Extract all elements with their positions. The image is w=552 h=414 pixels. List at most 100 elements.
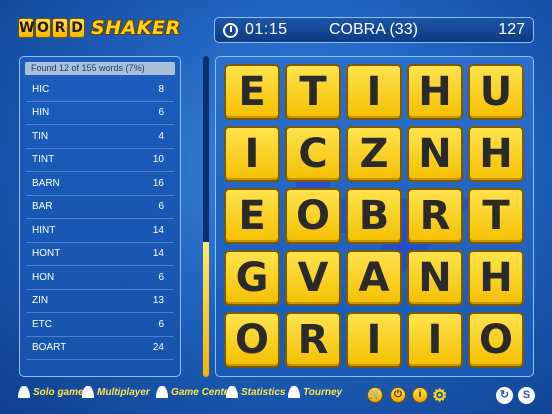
bottom-toolbar: Solo game Multiplayer Game Center Statis…: [0, 386, 552, 408]
letter-tile[interactable]: U: [468, 64, 524, 120]
word-row[interactable]: BOART 24: [26, 337, 174, 360]
game-center-button[interactable]: Game Center: [156, 386, 233, 398]
letter-tile[interactable]: G: [224, 250, 280, 306]
letter-tile[interactable]: R: [285, 312, 341, 368]
solo-game-button[interactable]: Solo game: [18, 386, 84, 398]
word-row[interactable]: BARN 16: [26, 172, 174, 196]
stopwatch-icon: [223, 22, 238, 38]
multiplayer-button[interactable]: Multiplayer: [82, 386, 150, 398]
word-points: 13: [152, 295, 164, 307]
word-text: HON: [32, 271, 55, 283]
word-row[interactable]: ETC 6: [26, 313, 174, 337]
solo-game-label: Solo game: [33, 386, 84, 398]
tourney-label: Tourney: [303, 386, 343, 398]
logo-tiles: W O R D: [18, 18, 85, 38]
progress-fill: [203, 242, 209, 377]
found-words-panel[interactable]: Found 12 of 155 words (7%) HIC 8 HIN 6 TIN 4 T…: [19, 56, 181, 377]
gear-icon: ⚙: [432, 386, 448, 405]
letter-tile[interactable]: O: [224, 312, 280, 368]
letter-tile[interactable]: O: [468, 312, 524, 368]
letter-tile[interactable]: I: [224, 126, 280, 182]
info-button[interactable]: i: [412, 387, 428, 403]
cart-button[interactable]: 🛒: [367, 387, 383, 403]
refresh-button[interactable]: ↻: [496, 387, 513, 404]
word-row[interactable]: HON 6: [26, 266, 174, 290]
word-points: 14: [152, 224, 164, 236]
word-text: HINT: [32, 224, 56, 236]
word-row[interactable]: TIN 4: [26, 125, 174, 149]
letter-grid[interactable]: ETIHUICZNHEOBRTGVANHORIIO: [224, 64, 527, 371]
letter-tile[interactable]: I: [346, 64, 402, 120]
stats-icon: [226, 386, 238, 398]
letter-tile[interactable]: H: [407, 64, 463, 120]
progress-bar: [203, 56, 209, 377]
statistics-button[interactable]: Statistics: [226, 386, 285, 398]
word-text: BOART: [32, 342, 67, 354]
found-summary: Found 12 of 155 words (7%): [25, 62, 175, 75]
word-row[interactable]: HONT 14: [26, 243, 174, 266]
logo-tile: O: [35, 18, 51, 38]
letter-tile[interactable]: R: [407, 188, 463, 244]
timer: 01:15: [245, 21, 288, 38]
word-text: ZIN: [32, 295, 49, 307]
letter-tile[interactable]: I: [407, 312, 463, 368]
word-points: 24: [152, 342, 164, 354]
current-word: COBRA (33): [329, 21, 418, 38]
tourney-button[interactable]: Tourney: [288, 386, 342, 398]
word-points: 6: [158, 271, 164, 283]
word-points: 16: [152, 177, 164, 189]
letter-tile[interactable]: C: [285, 126, 341, 182]
people-icon: [82, 386, 94, 398]
letter-tile[interactable]: O: [285, 188, 341, 244]
shaker-s-button[interactable]: S: [518, 387, 535, 404]
power-button[interactable]: ⏻: [390, 387, 406, 403]
word-points: 10: [152, 154, 164, 166]
game-center-label: Game Center: [171, 386, 234, 398]
power-icon: ⏻: [390, 387, 406, 403]
letter-tile[interactable]: N: [407, 250, 463, 306]
refresh-icon: ↻: [496, 387, 513, 404]
word-list[interactable]: HIC 8 HIN 6 TIN 4 TINT 10 BARN 16 BAR 6 HINT 14 HONT 14…: [26, 78, 174, 360]
word-row[interactable]: HINT 14: [26, 219, 174, 243]
letter-tile[interactable]: H: [468, 126, 524, 182]
cart-icon: 🛒: [367, 387, 383, 403]
logo-text: SHAKER: [91, 17, 181, 39]
word-points: 4: [158, 130, 164, 142]
logo-tile: W: [18, 18, 35, 38]
word-text: TINT: [32, 154, 55, 166]
letter-tile[interactable]: T: [285, 64, 341, 120]
word-row[interactable]: HIC 8: [26, 78, 174, 102]
word-points: 6: [158, 201, 164, 213]
s-logo-icon: S: [518, 387, 535, 404]
letter-tile[interactable]: Z: [346, 126, 402, 182]
app-logo: W O R D SHAKER: [18, 16, 181, 40]
multiplayer-label: Multiplayer: [97, 386, 150, 398]
word-text: HONT: [32, 248, 61, 260]
letter-tile[interactable]: H: [468, 250, 524, 306]
letter-tile[interactable]: B: [346, 188, 402, 244]
word-points: 6: [158, 107, 164, 119]
trophy-icon: [288, 386, 300, 398]
word-row[interactable]: TINT 10: [26, 149, 174, 172]
settings-button[interactable]: ⚙: [432, 386, 447, 406]
word-row[interactable]: HIN 6: [26, 102, 174, 125]
letter-tile[interactable]: I: [346, 312, 402, 368]
word-text: HIN: [32, 107, 50, 119]
letter-tile[interactable]: E: [224, 64, 280, 120]
word-points: 8: [158, 83, 164, 95]
word-row[interactable]: BAR 6: [26, 196, 174, 219]
letter-tile[interactable]: E: [224, 188, 280, 244]
statistics-label: Statistics: [241, 386, 286, 398]
score: 127: [498, 21, 525, 38]
word-text: BAR: [32, 201, 53, 213]
word-points: 14: [152, 248, 164, 260]
letter-tile[interactable]: A: [346, 250, 402, 306]
word-row[interactable]: ZIN 13: [26, 290, 174, 313]
letter-tile[interactable]: T: [468, 188, 524, 244]
letter-tile[interactable]: N: [407, 126, 463, 182]
letter-tile[interactable]: V: [285, 250, 341, 306]
logo-tile: D: [69, 18, 85, 38]
letter-board[interactable]: ETIHUICZNHEOBRTGVANHORIIO: [215, 56, 534, 377]
word-text: ETC: [32, 318, 52, 330]
word-points: 6: [158, 318, 164, 330]
